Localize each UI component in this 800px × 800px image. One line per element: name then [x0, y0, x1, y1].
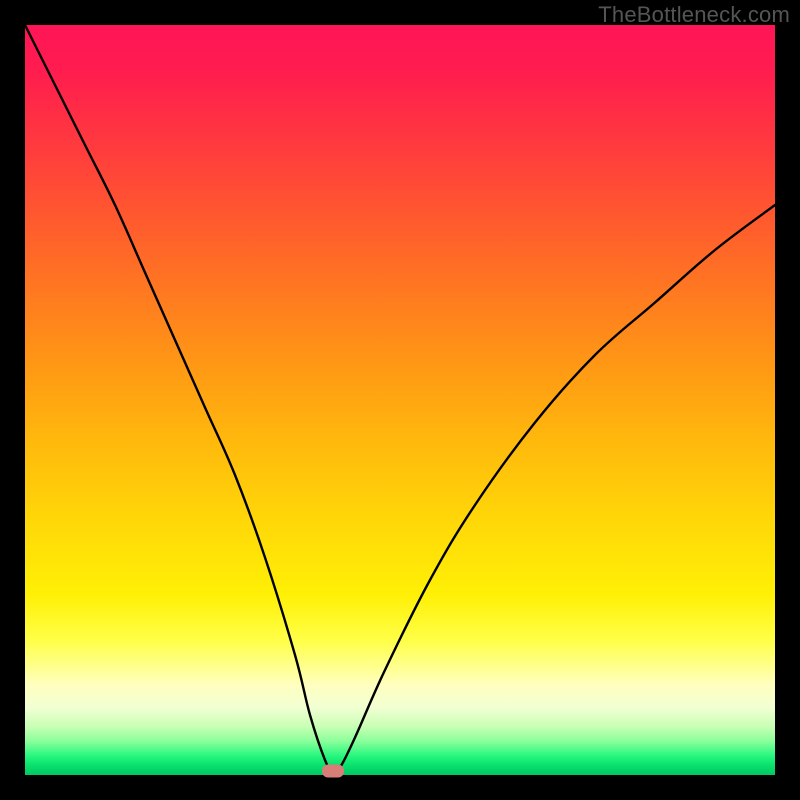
- plot-area: [25, 25, 775, 775]
- bottleneck-marker: [322, 765, 344, 778]
- bottleneck-curve: [25, 25, 775, 775]
- watermark-text: TheBottleneck.com: [598, 2, 790, 28]
- chart-frame: TheBottleneck.com: [0, 0, 800, 800]
